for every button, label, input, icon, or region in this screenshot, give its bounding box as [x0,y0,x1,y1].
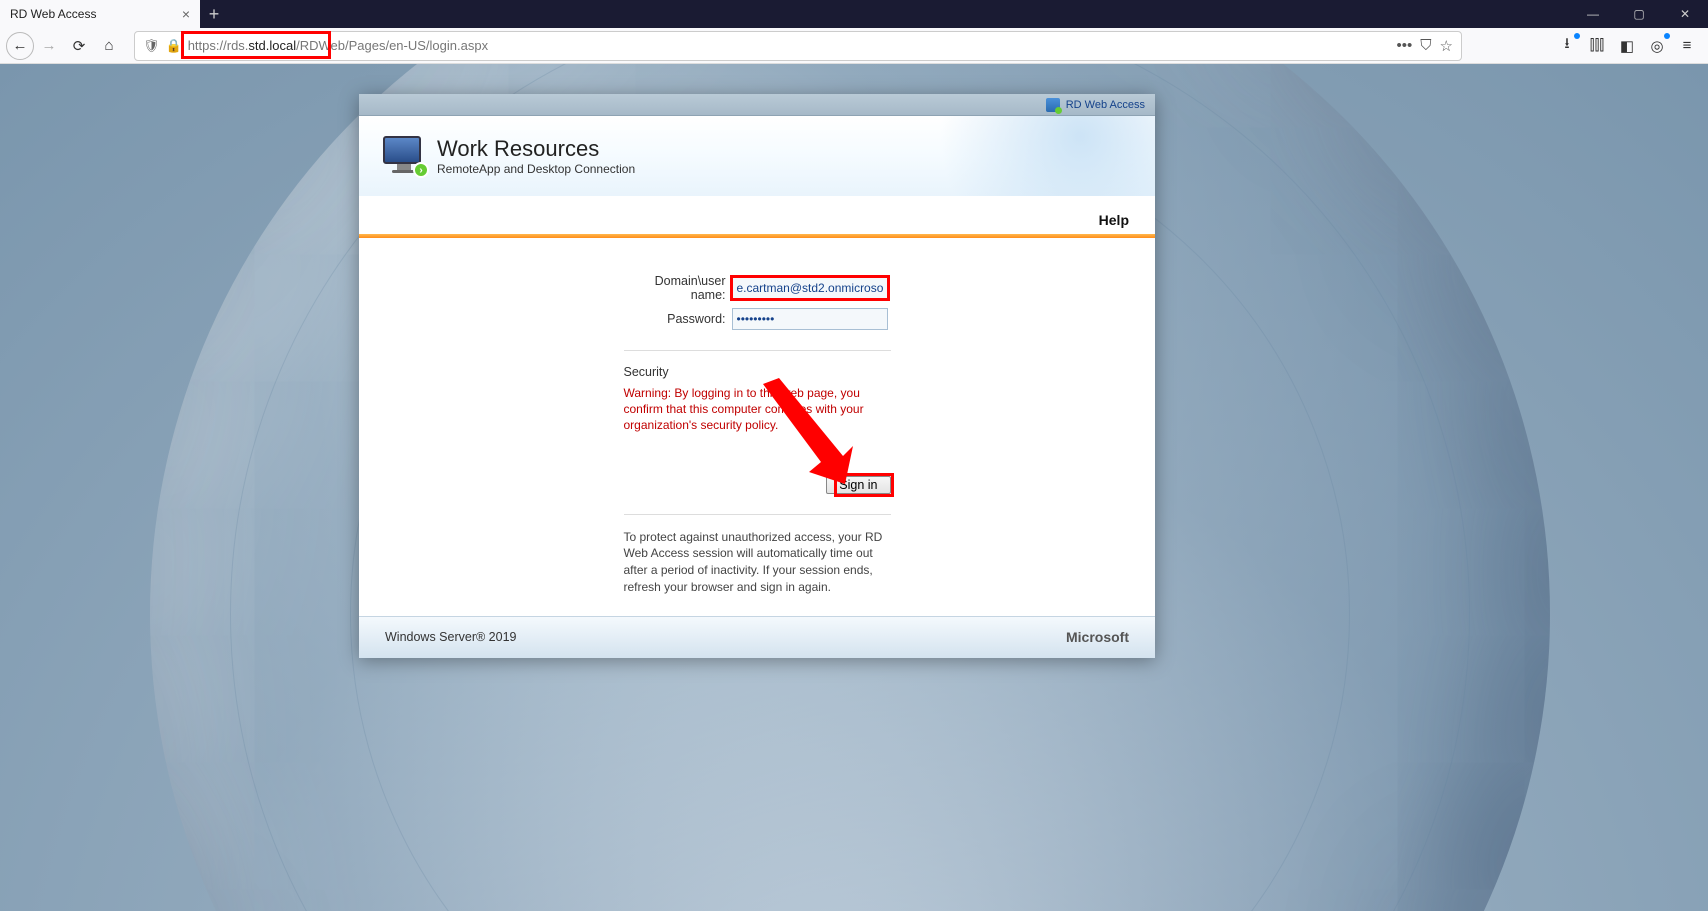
panel-title: Work Resources [437,136,635,162]
lock-warning-icon: 🔒 [166,38,182,54]
divider [624,350,891,351]
reader-icon[interactable]: ⛉ [1420,37,1431,54]
browser-titlebar: RD Web Access × + — ▢ ✕ [0,0,1708,28]
address-bar[interactable]: 🛡 🔒 https://rds.std.local/RDWeb/Pages/en… [134,31,1462,61]
panel-subtitle: RemoteApp and Desktop Connection [437,162,635,176]
window-controls: — ▢ ✕ [1570,0,1708,28]
home-button[interactable]: ⌂ [94,31,124,61]
back-button[interactable]: ← [6,32,34,60]
account-icon[interactable]: ◎ [1642,31,1672,61]
footer-left: Windows Server® 2019 [385,630,517,644]
panel-footer: Windows Server® 2019 Microsoft [359,616,1155,658]
browser-tab[interactable]: RD Web Access × [0,0,200,28]
monitor-icon: › [383,136,425,176]
signin-button[interactable]: Sign in [826,476,890,494]
rdweb-icon [1046,98,1060,112]
password-input[interactable] [732,308,888,330]
menu-icon[interactable]: ≡ [1672,31,1702,61]
footer-right: Microsoft [1066,629,1129,645]
header-swirl-decor [872,116,1155,196]
security-warning: Warning: By logging in to this web page,… [624,385,891,434]
panel-header: › Work Resources RemoteApp and Desktop C… [359,116,1155,196]
help-link[interactable]: Help [359,196,1155,234]
tab-title: RD Web Access [10,7,96,21]
login-form: Domain\user name: Password: Security War… [359,238,1155,616]
page-content: RD Web Access › Work Resources RemoteApp… [0,64,1708,911]
forward-button[interactable]: → [34,31,64,61]
password-label: Password: [624,312,732,326]
minimize-button[interactable]: — [1570,0,1616,28]
username-label: Domain\user name: [624,274,732,302]
url-text: https://rds.std.local/RDWeb/Pages/en-US/… [188,38,1389,53]
sidebar-toggle-icon[interactable]: ◧ [1612,31,1642,61]
shield-icon: 🛡 [143,38,160,54]
timeout-info: To protect against unauthorized access, … [624,529,891,596]
library-icon[interactable]: ⫿⫿⫿ [1582,31,1612,61]
security-heading: Security [624,365,891,379]
rdweb-brand-label: RD Web Access [1066,99,1145,111]
username-input[interactable] [732,277,888,299]
close-window-button[interactable]: ✕ [1662,0,1708,28]
divider-2 [624,514,891,515]
browser-toolbar: ← → ⟳ ⌂ 🛡 🔒 https://rds.std.local/RDWeb/… [0,28,1708,64]
close-tab-icon[interactable]: × [182,6,190,22]
page-actions-icon[interactable]: ••• [1397,37,1413,54]
reload-button[interactable]: ⟳ [64,31,94,61]
new-tab-button[interactable]: + [200,4,228,25]
panel-topbar: RD Web Access [359,94,1155,116]
bookmark-star-icon[interactable]: ☆ [1440,37,1453,55]
rdweb-panel: RD Web Access › Work Resources RemoteApp… [359,94,1155,658]
downloads-icon[interactable]: ⭳ [1552,31,1582,61]
maximize-button[interactable]: ▢ [1616,0,1662,28]
